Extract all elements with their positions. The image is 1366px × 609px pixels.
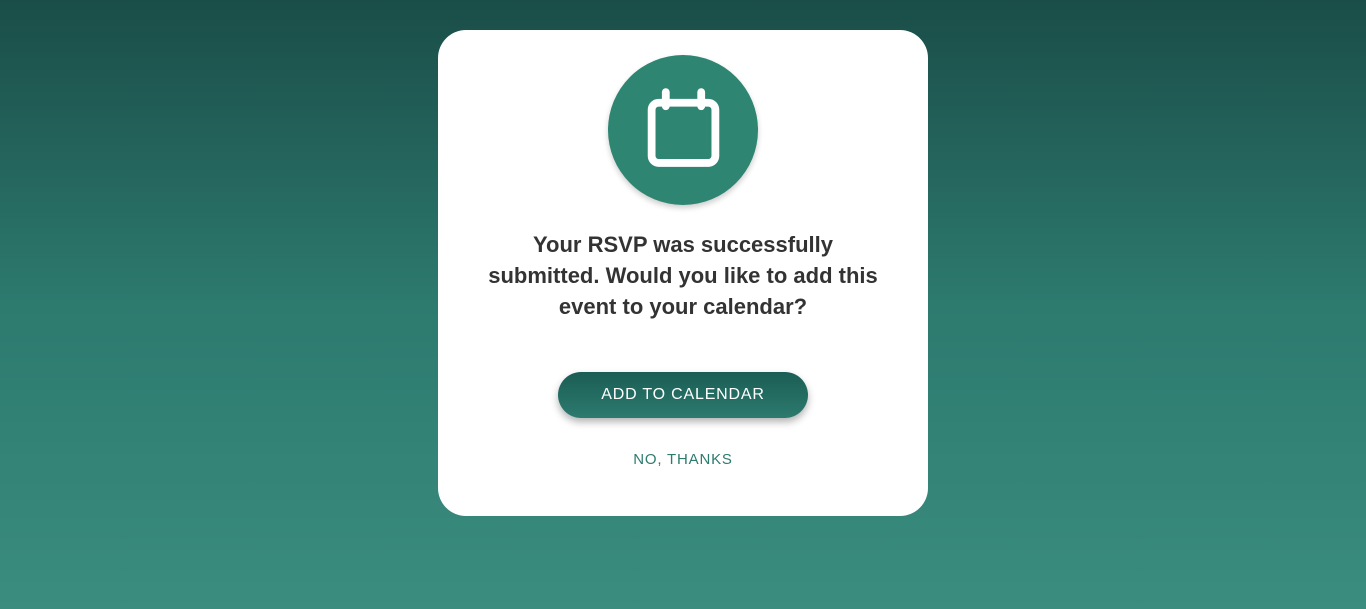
rsvp-confirmation-modal: Your RSVP was successfully submitted. Wo… <box>438 30 928 516</box>
calendar-icon <box>641 85 726 175</box>
add-to-calendar-button[interactable]: ADD TO CALENDAR <box>558 372 808 418</box>
confirmation-message: Your RSVP was successfully submitted. Wo… <box>478 230 888 322</box>
no-thanks-button[interactable]: NO, THANKS <box>613 443 752 476</box>
calendar-icon-circle <box>608 55 758 205</box>
